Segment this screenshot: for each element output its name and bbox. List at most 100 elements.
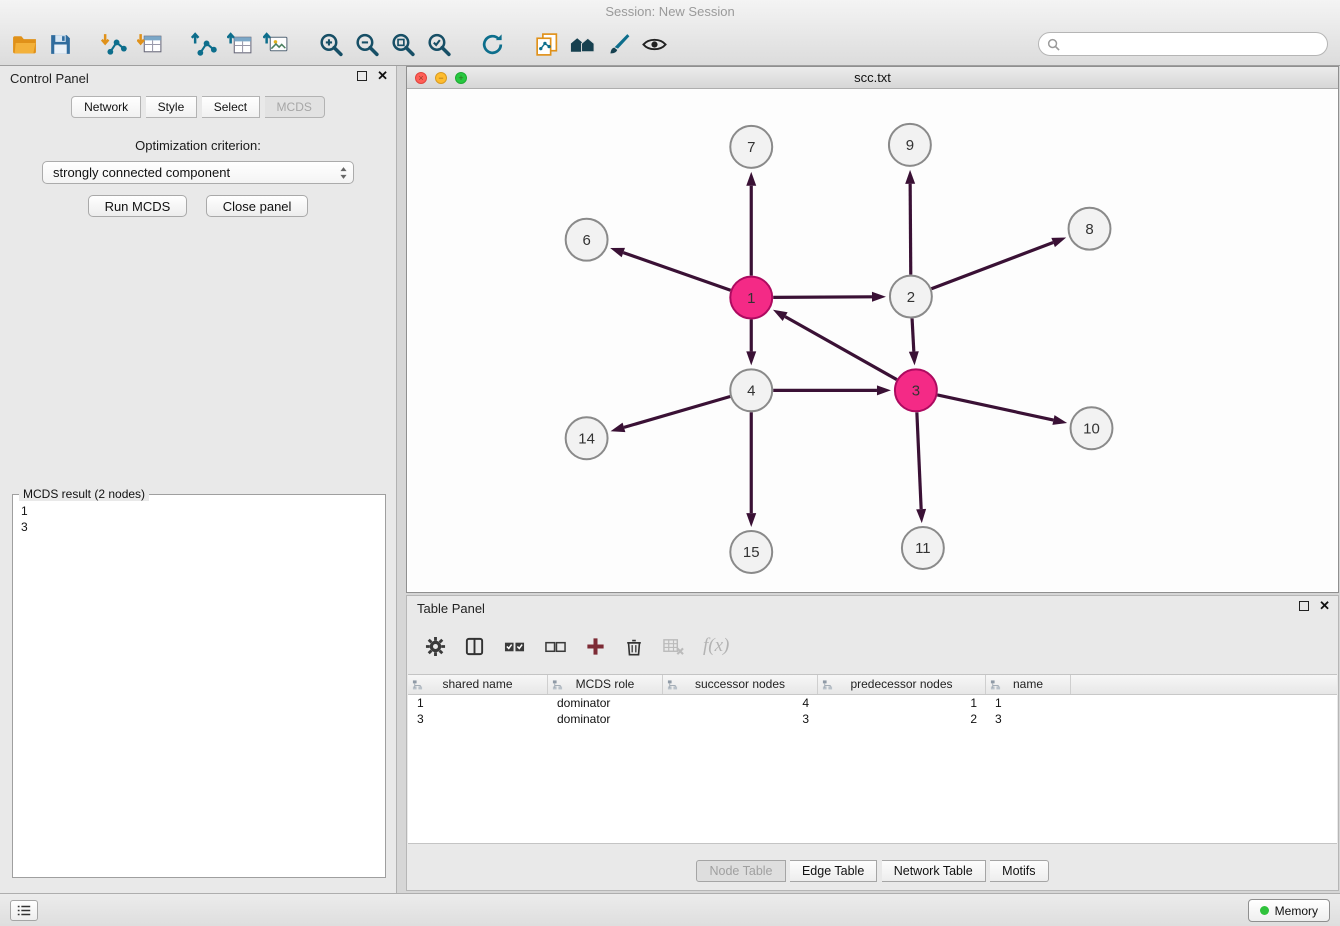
tab-edge-table[interactable]: Edge Table bbox=[790, 860, 877, 882]
column-header-predecessor-nodes[interactable]: predecessor nodes bbox=[818, 675, 986, 694]
close-table-panel-icon[interactable]: ✕ bbox=[1319, 600, 1330, 612]
graph-arrowhead bbox=[1051, 238, 1066, 248]
table-panel-header: Table Panel ✕ bbox=[407, 596, 1338, 620]
graph-edge-3-11[interactable] bbox=[917, 412, 921, 509]
table-settings-button[interactable] bbox=[425, 636, 446, 657]
show-columns-button[interactable] bbox=[464, 636, 485, 657]
graph-edge-1-6[interactable] bbox=[623, 253, 730, 291]
graph-node-label: 8 bbox=[1085, 221, 1093, 238]
save-floppy-icon bbox=[47, 31, 74, 58]
plus-icon bbox=[585, 636, 606, 657]
float-panel-icon[interactable] bbox=[357, 71, 367, 81]
graph-edge-3-1[interactable] bbox=[785, 317, 897, 380]
columns-icon bbox=[464, 636, 485, 657]
control-panel-title: Control Panel bbox=[10, 71, 89, 86]
export-table-button[interactable] bbox=[222, 26, 258, 62]
delete-table-icon bbox=[662, 636, 685, 657]
tab-motifs[interactable]: Motifs bbox=[990, 860, 1048, 882]
graph-arrowhead bbox=[872, 292, 886, 302]
function-builder-button[interactable]: f(x) bbox=[703, 635, 729, 657]
graph-node-label: 3 bbox=[912, 383, 920, 400]
duplicate-document-icon bbox=[533, 31, 560, 58]
select-all-button[interactable] bbox=[503, 636, 526, 657]
table-row[interactable]: 3dominator323 bbox=[408, 711, 1337, 727]
graph-edge-2-9[interactable] bbox=[910, 184, 911, 275]
graph-node-label: 4 bbox=[747, 383, 755, 400]
refresh-icon bbox=[479, 31, 506, 58]
network-canvas[interactable]: 7968124314101511 bbox=[408, 89, 1337, 591]
graph-edge-3-10[interactable] bbox=[937, 395, 1053, 420]
zoom-out-button[interactable] bbox=[348, 26, 384, 62]
add-column-button[interactable] bbox=[585, 636, 606, 657]
list-icon bbox=[16, 904, 32, 917]
column-header-shared-name[interactable]: shared name bbox=[408, 675, 548, 694]
graph-arrowhead bbox=[905, 170, 915, 184]
tab-mcds[interactable]: MCDS bbox=[265, 96, 325, 118]
zoom-fit-icon bbox=[389, 31, 416, 58]
zoom-in-button[interactable] bbox=[312, 26, 348, 62]
zoom-selected-button[interactable] bbox=[420, 26, 456, 62]
graph-arrowhead bbox=[610, 248, 625, 257]
show-hide-button[interactable] bbox=[636, 26, 672, 62]
mcds-result-box: MCDS result (2 nodes) 1 3 bbox=[12, 494, 386, 878]
graph-node-label: 15 bbox=[743, 544, 760, 561]
zoom-fit-button[interactable] bbox=[384, 26, 420, 62]
deselect-all-button[interactable] bbox=[544, 636, 567, 657]
memory-label: Memory bbox=[1275, 904, 1318, 918]
mcds-result-line: 3 bbox=[21, 519, 385, 535]
search-input[interactable] bbox=[1060, 34, 1327, 54]
tab-node-table[interactable]: Node Table bbox=[696, 860, 785, 882]
tab-style[interactable]: Style bbox=[146, 96, 198, 118]
graph-edge-4-14[interactable] bbox=[624, 396, 730, 427]
node-table: shared nameMCDS rolesuccessor nodesprede… bbox=[408, 674, 1337, 844]
search-box[interactable] bbox=[1038, 32, 1328, 56]
network-graph[interactable]: 7968124314101511 bbox=[408, 89, 1337, 591]
table-cell: dominator bbox=[548, 695, 663, 711]
column-header-name[interactable]: name bbox=[986, 675, 1071, 694]
graph-edge-2-8[interactable] bbox=[931, 243, 1053, 289]
delete-column-button[interactable] bbox=[624, 636, 644, 657]
column-header-mcds-role[interactable]: MCDS role bbox=[548, 675, 663, 694]
table-cell: 3 bbox=[986, 711, 1071, 727]
graph-arrowhead bbox=[746, 351, 756, 365]
table-tabs: Node Table Edge Table Network Table Moti… bbox=[407, 860, 1338, 882]
apply-layout-button[interactable] bbox=[474, 26, 510, 62]
table-cell: 2 bbox=[818, 711, 986, 727]
trash-icon bbox=[624, 636, 644, 657]
graph-edge-1-2[interactable] bbox=[773, 297, 872, 298]
graph-edge-2-3[interactable] bbox=[912, 318, 914, 351]
run-mcds-button[interactable]: Run MCDS bbox=[88, 195, 188, 217]
clone-network-button[interactable] bbox=[528, 26, 564, 62]
tab-select[interactable]: Select bbox=[202, 96, 260, 118]
task-history-button[interactable] bbox=[10, 900, 38, 921]
table-cell: 3 bbox=[408, 711, 548, 727]
table-row[interactable]: 1dominator411 bbox=[408, 695, 1337, 711]
show-neighbors-button[interactable] bbox=[564, 26, 600, 62]
style-brush-button[interactable] bbox=[600, 26, 636, 62]
delete-table-button[interactable] bbox=[662, 636, 685, 657]
tab-network[interactable]: Network bbox=[71, 96, 141, 118]
mcds-result-line: 1 bbox=[21, 503, 385, 519]
float-table-panel-icon[interactable] bbox=[1299, 601, 1309, 611]
search-icon bbox=[1047, 38, 1060, 51]
export-image-button[interactable] bbox=[258, 26, 294, 62]
import-table-button[interactable] bbox=[132, 26, 168, 62]
import-network-button[interactable] bbox=[96, 26, 132, 62]
mcds-result-list[interactable]: 1 3 bbox=[13, 495, 385, 535]
column-header-successor-nodes[interactable]: successor nodes bbox=[663, 675, 818, 694]
table-cell: 3 bbox=[663, 711, 818, 727]
table-panel-title: Table Panel bbox=[417, 601, 485, 616]
close-panel-button[interactable]: Close panel bbox=[206, 195, 309, 217]
open-session-button[interactable] bbox=[6, 26, 42, 62]
export-network-button[interactable] bbox=[186, 26, 222, 62]
memory-button[interactable]: Memory bbox=[1248, 899, 1330, 922]
open-folder-icon bbox=[11, 31, 38, 58]
tab-network-table[interactable]: Network Table bbox=[882, 860, 986, 882]
optimization-criterion-dropdown[interactable]: strongly connected component bbox=[42, 161, 354, 184]
save-session-button[interactable] bbox=[42, 26, 78, 62]
table-cell: 4 bbox=[663, 695, 818, 711]
node-table-header: shared nameMCDS rolesuccessor nodesprede… bbox=[408, 675, 1337, 695]
zoom-out-icon bbox=[353, 31, 380, 58]
export-network-icon bbox=[191, 31, 218, 58]
close-panel-icon[interactable]: ✕ bbox=[377, 70, 388, 82]
